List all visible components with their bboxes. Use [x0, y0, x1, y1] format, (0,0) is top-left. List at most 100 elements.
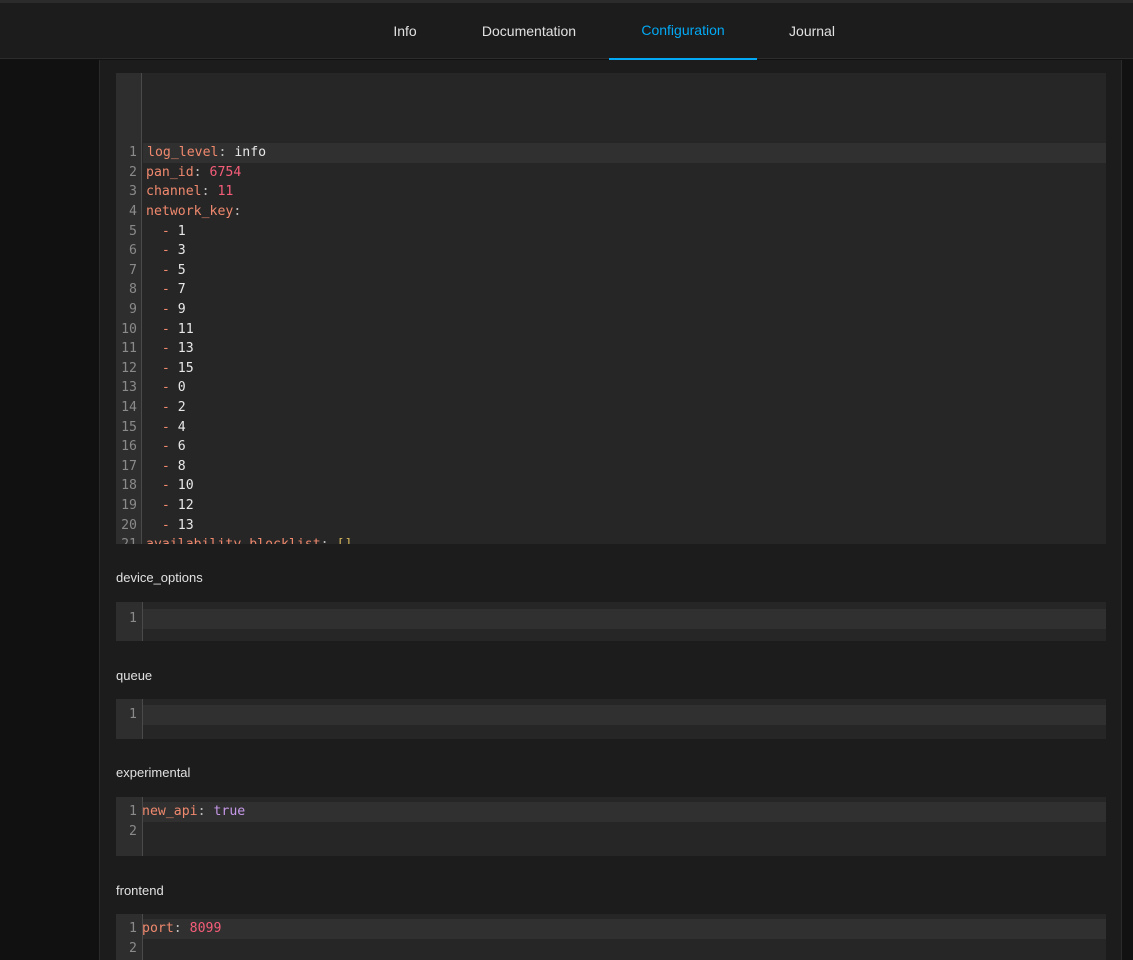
tab-journal[interactable]: Journal [770, 3, 854, 59]
code-token: - [146, 243, 178, 259]
code-token: 6 [177, 439, 186, 455]
code-token: - [146, 458, 178, 474]
code-token: : [197, 804, 214, 820]
frontend-label: frontend [116, 883, 164, 898]
experimental-yaml-editor[interactable]: 1 new_api: true 2 [116, 797, 1106, 856]
line-number: 1 [129, 145, 137, 161]
code-text: - 11 [146, 320, 194, 340]
code-line[interactable]: 10 - 11 [116, 320, 1106, 340]
code-line[interactable]: 9 - 9 [116, 300, 1106, 320]
line-number: 2 [129, 164, 137, 180]
code-line[interactable]: 2 pan_id: 6754 [116, 163, 1106, 183]
code-token: 5 [177, 262, 186, 278]
code-line[interactable]: 2 [116, 822, 1106, 842]
code-token: 6754 [209, 164, 242, 180]
code-token: - [146, 380, 178, 396]
left-panel [0, 60, 99, 960]
code-token: 2 [177, 400, 186, 415]
code-line[interactable]: 3 channel: 11 [116, 182, 1106, 202]
code-token: 8099 [189, 921, 222, 937]
code-token: - [146, 498, 178, 513]
code-text: - 6 [146, 437, 186, 457]
frontend-yaml-editor[interactable]: 1 port: 8099 2 [116, 914, 1106, 960]
code-line[interactable]: 5 - 1 [116, 222, 1106, 242]
code-line[interactable]: 1 [129, 705, 1106, 725]
code-token: channel [146, 184, 202, 200]
code-text: - 2 [146, 398, 186, 418]
code-token: - [146, 223, 178, 239]
code-token: - [146, 478, 178, 494]
line-number: 12 [121, 360, 137, 376]
code-token: availability_blocklist [146, 537, 321, 544]
code-line[interactable]: 7 - 5 [116, 261, 1106, 281]
code-text: - 8 [146, 457, 186, 477]
code-line[interactable]: 18 - 10 [116, 476, 1106, 496]
code-token: - [146, 282, 178, 298]
tab-info[interactable]: Info [365, 3, 445, 59]
line-number: 16 [121, 439, 137, 455]
code-line[interactable]: 14 - 2 [116, 398, 1106, 418]
code-text: port: 8099 [142, 919, 221, 939]
code-line[interactable]: 1 port: 8099 [129, 919, 1106, 939]
tab-info-label: Info [393, 23, 417, 39]
code-token: [] [337, 537, 353, 544]
code-token: - [146, 400, 178, 415]
code-token: info [234, 145, 267, 161]
code-line[interactable]: 1 log_level: info [129, 143, 1106, 163]
device-options-yaml-editor[interactable]: 1 [116, 602, 1106, 641]
code-text: - 7 [146, 280, 186, 300]
code-line[interactable]: 19 - 12 [116, 496, 1106, 516]
code-text: - 1 [146, 222, 186, 242]
tab-documentation[interactable]: Documentation [460, 3, 598, 59]
line-number: 15 [121, 419, 137, 435]
code-token: - [146, 360, 178, 376]
code-line[interactable]: 1 [129, 609, 1106, 629]
queue-yaml-editor[interactable]: 1 [116, 699, 1106, 739]
code-text: - 15 [146, 359, 194, 379]
code-text: - 5 [146, 261, 186, 281]
line-number: 19 [121, 498, 137, 513]
code-line[interactable]: 16 - 6 [116, 437, 1106, 457]
code-token: 7 [177, 282, 186, 298]
options-yaml-editor[interactable]: 1 log_level: info 2 pan_id: 6754 3 channel: 1… [116, 73, 1106, 544]
line-number: 2 [129, 823, 137, 839]
code-line[interactable]: 4 network_key: [116, 202, 1106, 222]
line-number: 2 [129, 940, 137, 956]
experimental-label: experimental [116, 765, 191, 780]
line-number: 1 [129, 921, 137, 937]
code-token: : [193, 164, 210, 180]
code-line[interactable]: 21 availability_blocklist: [] [116, 535, 1106, 544]
code-line[interactable]: 17 - 8 [116, 457, 1106, 477]
code-token: 12 [177, 498, 194, 513]
code-line[interactable]: 12 - 15 [116, 359, 1106, 379]
tab-documentation-label: Documentation [481, 23, 577, 39]
code-token: 3 [177, 243, 186, 259]
code-token: 15 [177, 360, 194, 376]
code-token: 11 [217, 184, 234, 200]
code-token: port [142, 921, 174, 937]
code-line[interactable]: 1 new_api: true [129, 802, 1106, 822]
code-text: - 13 [146, 516, 194, 536]
scrollbar-track[interactable] [1121, 60, 1133, 960]
code-text: - 13 [146, 339, 194, 359]
code-token: - [146, 517, 178, 533]
line-number: 5 [129, 223, 137, 239]
line-number: 8 [129, 282, 137, 298]
code-token: : [218, 145, 235, 161]
line-number: 7 [129, 262, 137, 278]
code-line[interactable]: 8 - 7 [116, 280, 1106, 300]
code-line[interactable]: 15 - 4 [116, 418, 1106, 438]
code-token: new_api [142, 804, 198, 820]
code-token: true [213, 804, 246, 820]
code-line[interactable]: 20 - 13 [116, 516, 1106, 536]
code-line[interactable]: 13 - 0 [116, 378, 1106, 398]
code-text: new_api: true [142, 802, 245, 822]
tab-journal-label: Journal [789, 23, 835, 39]
code-text: - 10 [146, 476, 194, 496]
code-token: : [173, 921, 190, 937]
code-line[interactable]: 11 - 13 [116, 339, 1106, 359]
code-token: 8 [177, 458, 186, 474]
code-line[interactable]: 2 [116, 939, 1106, 959]
tab-configuration[interactable]: Configuration [609, 3, 757, 60]
code-line[interactable]: 6 - 3 [116, 241, 1106, 261]
